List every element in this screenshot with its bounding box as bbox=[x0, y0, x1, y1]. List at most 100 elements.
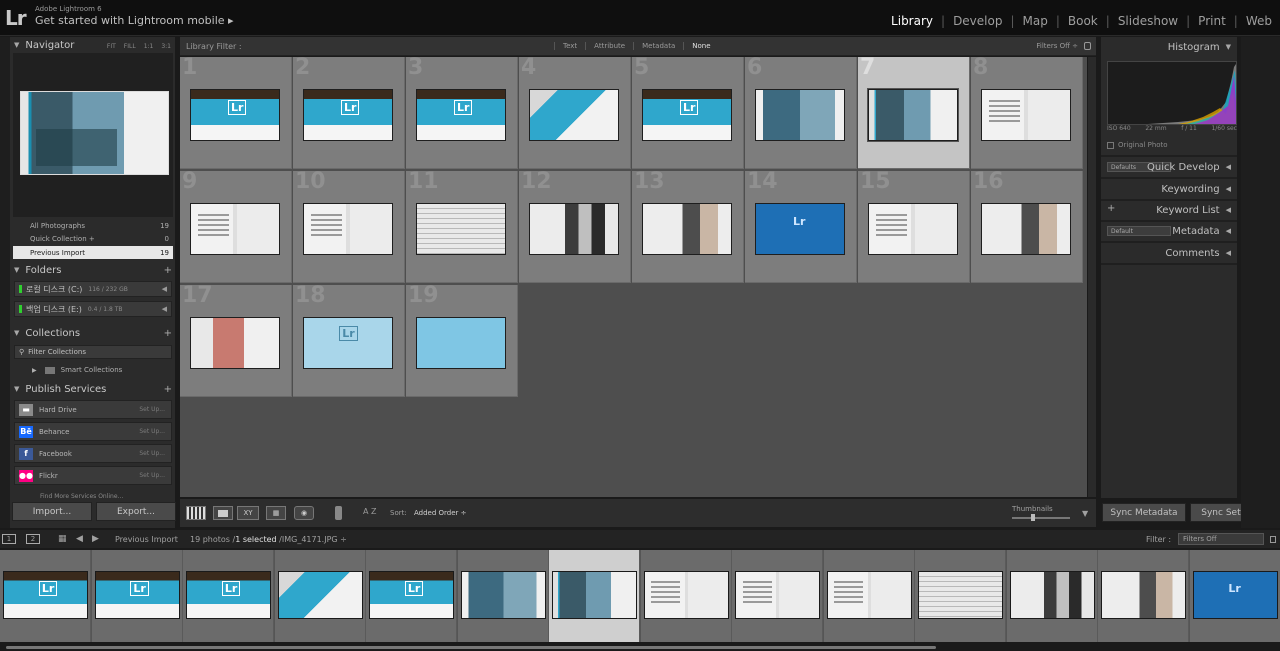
lock-icon[interactable] bbox=[1084, 42, 1091, 50]
add-folder-icon[interactable]: + bbox=[164, 265, 172, 276]
photo-thumbnail[interactable] bbox=[981, 203, 1071, 255]
metadata-header[interactable]: Metadata ◀ bbox=[1101, 224, 1237, 238]
keywording-header[interactable]: Keywording ◀ bbox=[1101, 182, 1237, 196]
module-map[interactable]: Map bbox=[1015, 14, 1056, 28]
photo-thumbnail[interactable] bbox=[190, 89, 280, 141]
filmstrip-thumbnail[interactable] bbox=[918, 571, 1003, 619]
expand-triangle-icon[interactable]: ◀ bbox=[162, 305, 167, 313]
photo-thumbnail[interactable] bbox=[529, 89, 619, 141]
filmstrip-thumbnail[interactable] bbox=[460, 571, 546, 619]
grid-icon[interactable]: ▦ bbox=[58, 534, 67, 544]
grid-cell[interactable]: 16 bbox=[971, 169, 1083, 283]
sort-order-dropdown[interactable]: Added Order ÷ bbox=[414, 509, 467, 517]
navigator-zoom-option[interactable]: 3:1 bbox=[161, 43, 171, 50]
filmstrip-scrollbar[interactable] bbox=[0, 644, 1280, 651]
grid-cell[interactable]: 5 bbox=[632, 55, 744, 169]
grid-cell[interactable]: 4 bbox=[519, 55, 631, 169]
grid-cell[interactable]: 1 bbox=[180, 55, 292, 169]
histogram-header[interactable]: Histogram ▼ bbox=[1101, 40, 1237, 54]
photo-thumbnail[interactable] bbox=[416, 89, 506, 141]
toolbar-content-dropdown-icon[interactable]: ▼ bbox=[1082, 509, 1088, 518]
filmstrip-cell[interactable] bbox=[823, 550, 915, 642]
sort-direction-icon[interactable]: A Z bbox=[363, 507, 377, 516]
filter-lock-icon[interactable] bbox=[1270, 535, 1276, 543]
left-panel-edge[interactable] bbox=[0, 37, 10, 528]
grid-cell[interactable]: 10 bbox=[293, 169, 405, 283]
grid-cell[interactable]: 3 bbox=[406, 55, 518, 169]
publish-service-flickr[interactable]: ●● Flickr Set Up... bbox=[14, 466, 172, 485]
filmstrip-cell[interactable] bbox=[366, 550, 457, 642]
filmstrip-cell[interactable] bbox=[1189, 550, 1280, 642]
filmstrip-filter-dropdown[interactable]: Filters Off bbox=[1178, 533, 1264, 545]
filter-option-metadata[interactable]: Metadata bbox=[633, 42, 683, 50]
navigator-zoom-option[interactable]: 1:1 bbox=[144, 43, 154, 50]
add-collection-icon[interactable]: + bbox=[164, 328, 172, 339]
filmstrip-thumbnail[interactable] bbox=[735, 571, 820, 619]
module-web[interactable]: Web bbox=[1238, 14, 1280, 28]
forward-arrow-icon[interactable]: ▶ bbox=[92, 534, 99, 544]
original-photo-toggle[interactable]: Original Photo bbox=[1107, 141, 1168, 149]
filter-option-none[interactable]: None bbox=[683, 42, 718, 50]
photo-thumbnail[interactable] bbox=[190, 317, 280, 369]
filter-option-attribute[interactable]: Attribute bbox=[585, 42, 633, 50]
people-view-icon[interactable]: ◉ bbox=[294, 506, 314, 520]
filter-presets-dropdown[interactable]: Filters Off ÷ bbox=[1036, 42, 1078, 50]
grid-cell[interactable]: 17 bbox=[180, 283, 292, 397]
filmstrip-scrollbar-knob[interactable] bbox=[6, 646, 936, 649]
expand-triangle-icon[interactable]: ◀ bbox=[162, 285, 167, 293]
filter-option-text[interactable]: Text bbox=[554, 42, 585, 50]
publish-service-hard-drive[interactable]: ▬ Hard Drive Set Up... bbox=[14, 400, 172, 419]
publish-services-header[interactable]: ▼ Publish Services + bbox=[10, 382, 176, 396]
filmstrip-thumbnail[interactable] bbox=[277, 571, 363, 619]
filmstrip-count[interactable]: 19 photos /1 selected /IMG_4171.JPG ÷ bbox=[190, 535, 347, 544]
filmstrip-thumbnail[interactable] bbox=[3, 571, 88, 619]
photo-thumbnail[interactable] bbox=[642, 89, 732, 141]
photo-thumbnail[interactable] bbox=[303, 89, 393, 141]
grid-cell[interactable]: 13 bbox=[632, 169, 744, 283]
filmstrip-cell[interactable] bbox=[274, 550, 366, 642]
grid-cell[interactable]: 8 bbox=[971, 55, 1083, 169]
photo-thumbnail[interactable] bbox=[416, 203, 506, 255]
catalog-item[interactable]: Quick Collection +0 bbox=[13, 233, 173, 246]
filmstrip-thumbnail[interactable] bbox=[186, 571, 271, 619]
thumbnail-size-slider[interactable] bbox=[1012, 517, 1070, 519]
photo-thumbnail[interactable] bbox=[416, 317, 506, 369]
catalog-item[interactable]: Previous Import 19 bbox=[13, 246, 173, 259]
filmstrip-thumbnail[interactable] bbox=[1009, 571, 1095, 619]
photo-thumbnail[interactable] bbox=[642, 203, 732, 255]
filter-collections-input[interactable]: ⚲ Filter Collections bbox=[14, 345, 172, 359]
grid-cell[interactable]: 7 bbox=[858, 55, 970, 169]
navigator-zoom-option[interactable]: FIT bbox=[107, 43, 116, 50]
collections-header[interactable]: ▼ Collections + bbox=[10, 326, 176, 340]
navigator-preview[interactable] bbox=[13, 53, 173, 217]
filmstrip-cell[interactable] bbox=[1006, 550, 1098, 642]
right-panel-edge[interactable] bbox=[1241, 37, 1280, 528]
add-publish-service-icon[interactable]: + bbox=[164, 384, 172, 395]
photo-thumbnail[interactable] bbox=[755, 89, 845, 141]
back-arrow-icon[interactable]: ◀ bbox=[76, 534, 83, 544]
filmstrip-thumbnail[interactable] bbox=[552, 571, 637, 619]
primary-display-icon[interactable]: 1 bbox=[2, 534, 16, 544]
filmstrip-thumbnail[interactable] bbox=[826, 571, 912, 619]
filmstrip-source[interactable]: Previous Import bbox=[115, 535, 178, 544]
quick-develop-header[interactable]: Quick Develop ◀ bbox=[1101, 160, 1237, 174]
survey-view-icon[interactable]: ▦ bbox=[266, 506, 286, 520]
photo-thumbnail[interactable] bbox=[190, 203, 280, 255]
publish-service-facebook[interactable]: f Facebook Set Up... bbox=[14, 444, 172, 463]
module-library[interactable]: Library bbox=[883, 14, 941, 28]
navigator-zoom-option[interactable]: FILL bbox=[124, 43, 136, 50]
filmstrip-thumbnail[interactable] bbox=[1192, 571, 1278, 619]
catalog-item[interactable]: All Photographs 19 bbox=[13, 219, 173, 232]
grid-view-icon[interactable] bbox=[186, 506, 206, 520]
filmstrip-thumbnail[interactable] bbox=[369, 571, 454, 619]
grid-cell[interactable]: 19 bbox=[406, 283, 518, 397]
publish-service-behance[interactable]: Bē Behance Set Up... bbox=[14, 422, 172, 441]
grid-cell[interactable]: 12 bbox=[519, 169, 631, 283]
checkbox[interactable] bbox=[1107, 141, 1114, 149]
grid-cell[interactable]: 9 bbox=[180, 169, 292, 283]
comments-header[interactable]: Comments ◀ bbox=[1101, 246, 1237, 260]
grid-cell[interactable]: 14 bbox=[745, 169, 857, 283]
secondary-display-icon[interactable]: 2 bbox=[26, 534, 40, 544]
mobile-promo-link[interactable]: Get started with Lightroom mobile ▸ bbox=[35, 14, 234, 27]
filmstrip-cell[interactable] bbox=[91, 550, 183, 642]
